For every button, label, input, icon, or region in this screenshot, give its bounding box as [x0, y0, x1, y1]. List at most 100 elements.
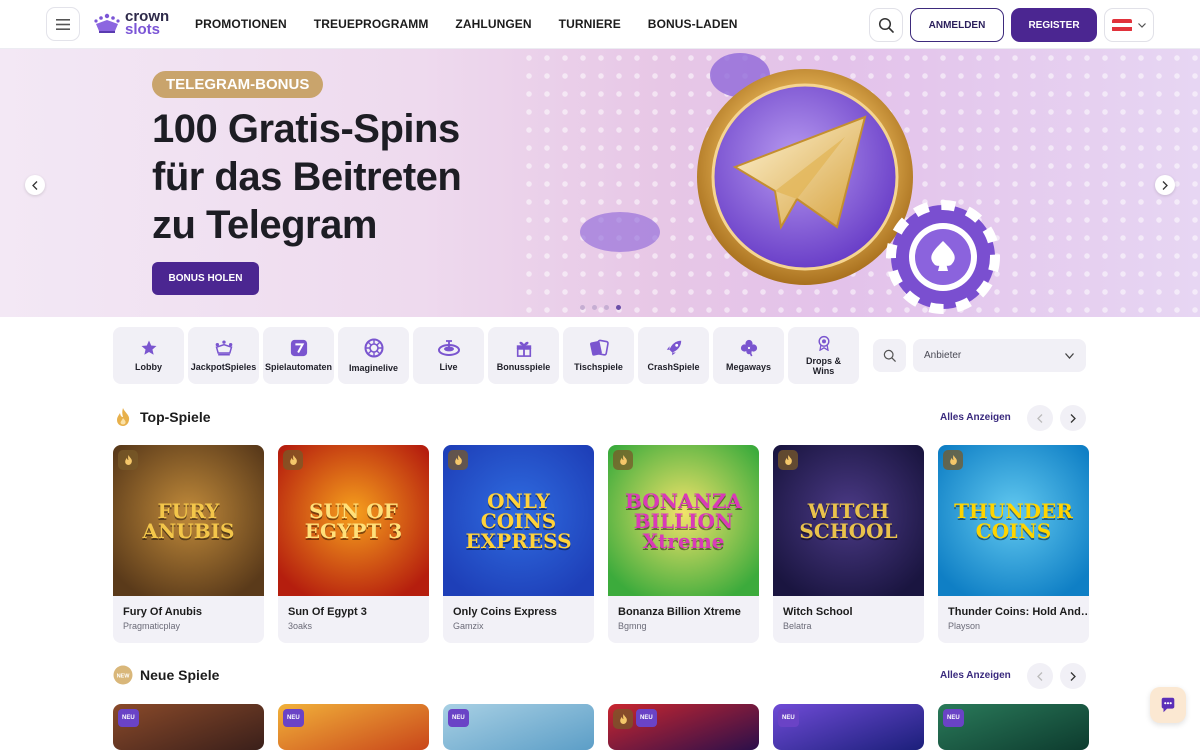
- game-thumbnail[interactable]: WITCH SCHOOL: [773, 445, 924, 596]
- game-provider: Belatra: [783, 621, 812, 631]
- search-icon: [878, 17, 894, 33]
- chevron-left-icon: [32, 180, 38, 190]
- game-thumbnail[interactable]: NEU: [113, 704, 264, 750]
- game-thumbnail[interactable]: SUN OF EGYPT 3: [278, 445, 429, 596]
- game-thumbnail[interactable]: NEU: [938, 704, 1089, 750]
- hot-badge: [283, 450, 303, 470]
- category-imaginelive[interactable]: Imaginelive: [338, 327, 409, 384]
- chat-icon: [1161, 697, 1175, 713]
- austria-flag-icon: [1112, 18, 1132, 32]
- game-card[interactable]: WITCH SCHOOL Witch School Belatra: [773, 445, 924, 643]
- game-card[interactable]: NEU: [113, 704, 264, 750]
- top-games-prev-button[interactable]: [1027, 405, 1053, 431]
- top-header: crown slots PROMOTIONEN TREUEPROGRAMM ZA…: [0, 0, 1200, 49]
- hero-pagination: [580, 305, 621, 310]
- game-thumbnail[interactable]: ONLY COINS EXPRESS: [443, 445, 594, 596]
- game-thumbnail[interactable]: NEU: [608, 704, 759, 750]
- category-megaways[interactable]: Megaways: [713, 327, 784, 384]
- game-card[interactable]: FURY ANUBIS Fury Of Anubis Pragmaticplay: [113, 445, 264, 643]
- hero-next-button[interactable]: [1155, 175, 1175, 195]
- register-button[interactable]: REGISTER: [1011, 8, 1097, 42]
- hero-badge: TELEGRAM-BONUS: [152, 71, 324, 98]
- game-thumbnail[interactable]: NEU: [278, 704, 429, 750]
- hero-dot-1[interactable]: [580, 305, 585, 310]
- menu-button[interactable]: [46, 7, 80, 41]
- game-card[interactable]: BONANZA BILLION Xtreme Bonanza Billion Xt…: [608, 445, 759, 643]
- login-button[interactable]: ANMELDEN: [910, 8, 1004, 42]
- hot-badge: [118, 450, 138, 470]
- chevron-right-icon: [1070, 671, 1076, 681]
- nav-promotionen[interactable]: PROMOTIONEN: [195, 17, 287, 31]
- game-search-button[interactable]: [873, 339, 906, 372]
- nav-turniere[interactable]: TURNIERE: [559, 17, 621, 31]
- category-label: Drops & Wins: [805, 356, 841, 376]
- new-games-next-button[interactable]: [1060, 663, 1086, 689]
- category-tischspiele[interactable]: Tischspiele: [563, 327, 634, 384]
- game-name: Sun Of Egypt 3: [288, 606, 367, 618]
- new-badge: NEU: [118, 709, 139, 727]
- category-jackpotspieles[interactable]: JackpotSpieles: [188, 327, 259, 384]
- crown-icon: [215, 340, 232, 356]
- top-games-view-all[interactable]: Alles Anzeigen: [940, 412, 1011, 423]
- game-thumbnail[interactable]: THUNDER COINS: [938, 445, 1089, 596]
- category-lobby[interactable]: Lobby: [113, 327, 184, 384]
- category-label: Tischspiele: [574, 362, 623, 372]
- category-drops-wins[interactable]: Drops & Wins: [788, 327, 859, 384]
- game-card[interactable]: NEU: [938, 704, 1089, 750]
- category-spielautomaten[interactable]: Spielautomaten: [263, 327, 334, 384]
- category-label: Live: [439, 362, 458, 372]
- game-art-title: FURY ANUBIS: [142, 498, 235, 543]
- game-thumbnail[interactable]: NEU: [773, 704, 924, 750]
- hero-banner[interactable]: TELEGRAM-BONUS 100 Gratis-Spins für das …: [0, 49, 1200, 317]
- support-chat-button[interactable]: [1150, 687, 1186, 723]
- telegram-coin-illustration: [580, 53, 1000, 314]
- category-live[interactable]: Live: [413, 327, 484, 384]
- category-label: Bonusspiele: [496, 362, 551, 372]
- category-bonusspiele[interactable]: Bonusspiele: [488, 327, 559, 384]
- game-thumbnail[interactable]: FURY ANUBIS: [113, 445, 264, 596]
- game-thumbnail[interactable]: NEU: [443, 704, 594, 750]
- game-card[interactable]: NEU: [608, 704, 759, 750]
- prize-icon: [817, 335, 830, 351]
- game-thumbnail[interactable]: BONANZA BILLION Xtreme: [608, 445, 759, 596]
- game-card[interactable]: NEU: [443, 704, 594, 750]
- top-games-next-button[interactable]: [1060, 405, 1086, 431]
- hamburger-icon: [56, 18, 70, 30]
- game-card[interactable]: NEU: [278, 704, 429, 750]
- hero-dot-2[interactable]: [592, 305, 597, 310]
- hero-dot-4[interactable]: [616, 305, 621, 310]
- game-card[interactable]: NEU: [773, 704, 924, 750]
- nav-treueprogramm[interactable]: TREUEPROGRAMM: [314, 17, 429, 31]
- crownslots-logo[interactable]: crown slots: [93, 9, 169, 37]
- provider-select[interactable]: Anbieter: [913, 339, 1086, 372]
- hero-dot-3[interactable]: [604, 305, 609, 310]
- gift-icon: [516, 341, 531, 357]
- game-card[interactable]: SUN OF EGYPT 3 Sun Of Egypt 3 3oaks: [278, 445, 429, 643]
- language-selector[interactable]: [1104, 8, 1154, 42]
- category-crashspiele[interactable]: CrashSpiele: [638, 327, 709, 384]
- header-search-button[interactable]: [869, 8, 903, 42]
- new-badge-icon: NEW: [113, 665, 133, 685]
- cards-icon: [589, 339, 609, 356]
- hero-prev-button[interactable]: [25, 175, 45, 195]
- flame-icon: [784, 455, 792, 465]
- clover-icon: [740, 339, 757, 357]
- bonus-holen-button[interactable]: BONUS HOLEN: [152, 262, 259, 295]
- rocket-icon: [666, 340, 681, 356]
- nav-bonus-laden[interactable]: BONUS-LADEN: [648, 17, 738, 31]
- chevron-left-icon: [1037, 413, 1043, 423]
- flame-icon: [619, 714, 627, 724]
- game-card[interactable]: THUNDER COINS Thunder Coins: Hold And… Pla…: [938, 445, 1089, 643]
- hero-title-line-1: 100 Gratis-Spins: [152, 107, 460, 151]
- game-provider: 3oaks: [288, 621, 313, 631]
- new-badge: NEU: [283, 709, 304, 727]
- nav-zahlungen[interactable]: ZAHLUNGEN: [455, 17, 531, 31]
- new-games-prev-button[interactable]: [1027, 663, 1053, 689]
- new-games-view-all[interactable]: Alles Anzeigen: [940, 670, 1011, 681]
- new-badge: NEU: [943, 709, 964, 727]
- game-card[interactable]: ONLY COINS EXPRESS Only Coins Express Gamz…: [443, 445, 594, 643]
- game-provider: Pragmaticplay: [123, 621, 181, 631]
- flame-icon: [454, 455, 462, 465]
- hot-badge: [448, 450, 468, 470]
- slot-seven-icon: [290, 339, 307, 357]
